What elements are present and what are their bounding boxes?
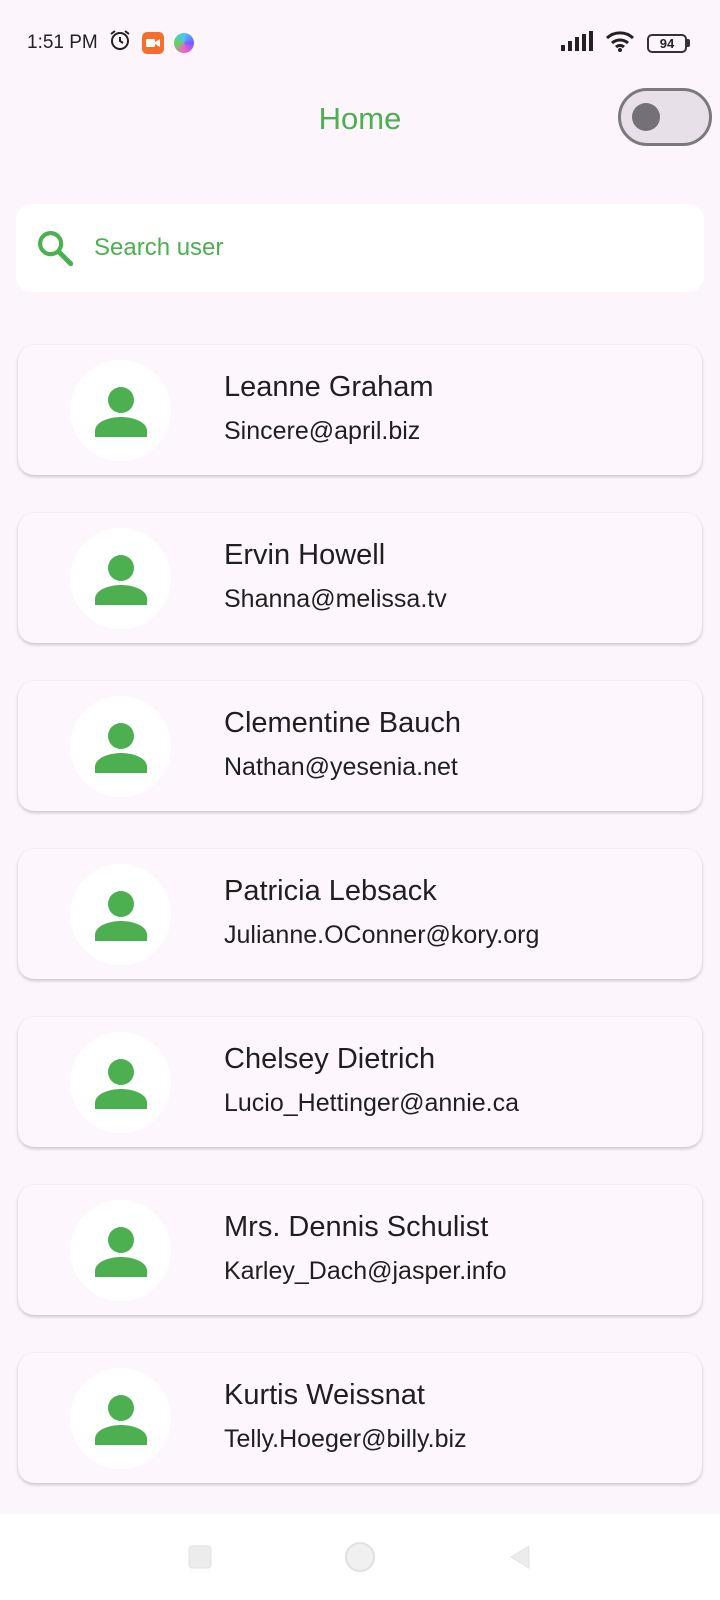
user-name: Leanne Graham <box>224 371 434 403</box>
user-card[interactable]: Leanne Graham Sincere@april.biz <box>18 345 702 475</box>
battery-icon: 94 <box>647 33 690 53</box>
user-card[interactable]: Mrs. Dennis Schulist Karley_Dach@jasper.… <box>18 1185 702 1315</box>
alarm-icon <box>108 28 132 58</box>
search-input[interactable] <box>94 234 674 262</box>
person-icon <box>94 554 147 605</box>
avatar <box>70 1368 171 1469</box>
person-icon <box>94 1226 147 1277</box>
user-name: Mrs. Dennis Schulist <box>224 1211 489 1243</box>
user-email: Lucio_Hettinger@annie.ca <box>224 1089 520 1117</box>
person-icon <box>94 890 147 941</box>
theme-toggle-switch[interactable] <box>618 88 712 146</box>
user-name: Kurtis Weissnat <box>224 1379 425 1411</box>
recents-icon[interactable] <box>180 1537 220 1577</box>
user-email: Julianne.OConner@kory.org <box>224 921 540 949</box>
user-card[interactable]: Chelsey Dietrich Lucio_Hettinger@annie.c… <box>18 1017 702 1147</box>
assistant-icon <box>173 33 194 53</box>
user-card[interactable]: Ervin Howell Shanna@melissa.tv <box>18 513 702 643</box>
user-name: Clementine Bauch <box>224 707 461 739</box>
signal-icon <box>561 30 593 56</box>
user-name: Chelsey Dietrich <box>224 1043 436 1075</box>
home-icon[interactable] <box>340 1537 380 1577</box>
battery-tip <box>687 39 690 47</box>
screen: 1:51 PM 94 Home Search user Leanne Graha… <box>0 0 720 1600</box>
user-list: Leanne Graham Sincere@april.biz Ervin Ho… <box>18 345 702 1521</box>
page-title: Home <box>318 101 402 136</box>
status-bar: 1:51 PM 94 <box>0 0 720 86</box>
person-icon <box>94 722 147 773</box>
user-card[interactable]: Clementine Bauch Nathan@yesenia.net <box>18 681 702 811</box>
user-email: Sincere@april.biz <box>224 417 421 445</box>
user-name: Patricia Lebsack <box>224 875 437 907</box>
status-left: 1:51 PM <box>27 28 194 58</box>
user-card[interactable]: Patricia Lebsack Julianne.OConner@kory.o… <box>18 849 702 979</box>
wifi-icon <box>605 30 635 57</box>
person-icon <box>94 1058 147 1109</box>
avatar <box>70 360 171 461</box>
user-name: Ervin Howell <box>224 539 386 571</box>
search-icon <box>32 225 78 271</box>
user-card[interactable]: Kurtis Weissnat Telly.Hoeger@billy.biz <box>18 1353 702 1483</box>
avatar <box>70 696 171 797</box>
person-icon <box>94 1394 147 1445</box>
status-time: 1:51 PM <box>27 32 98 53</box>
user-email: Telly.Hoeger@billy.biz <box>224 1425 467 1453</box>
system-nav-bar <box>0 1514 720 1600</box>
toggle-thumb <box>632 103 660 131</box>
avatar <box>70 528 171 629</box>
user-email: Shanna@melissa.tv <box>224 585 447 613</box>
app-bar: Home <box>0 86 720 152</box>
video-notification-icon <box>141 32 164 54</box>
user-email: Nathan@yesenia.net <box>224 753 458 781</box>
back-icon[interactable] <box>500 1537 540 1577</box>
search-box[interactable] <box>16 204 704 292</box>
user-email: Karley_Dach@jasper.info <box>224 1257 507 1285</box>
battery-level: 94 <box>647 33 687 53</box>
person-icon <box>94 386 147 437</box>
avatar <box>70 864 171 965</box>
avatar <box>70 1200 171 1301</box>
avatar <box>70 1032 171 1133</box>
status-right: 94 <box>561 30 690 57</box>
